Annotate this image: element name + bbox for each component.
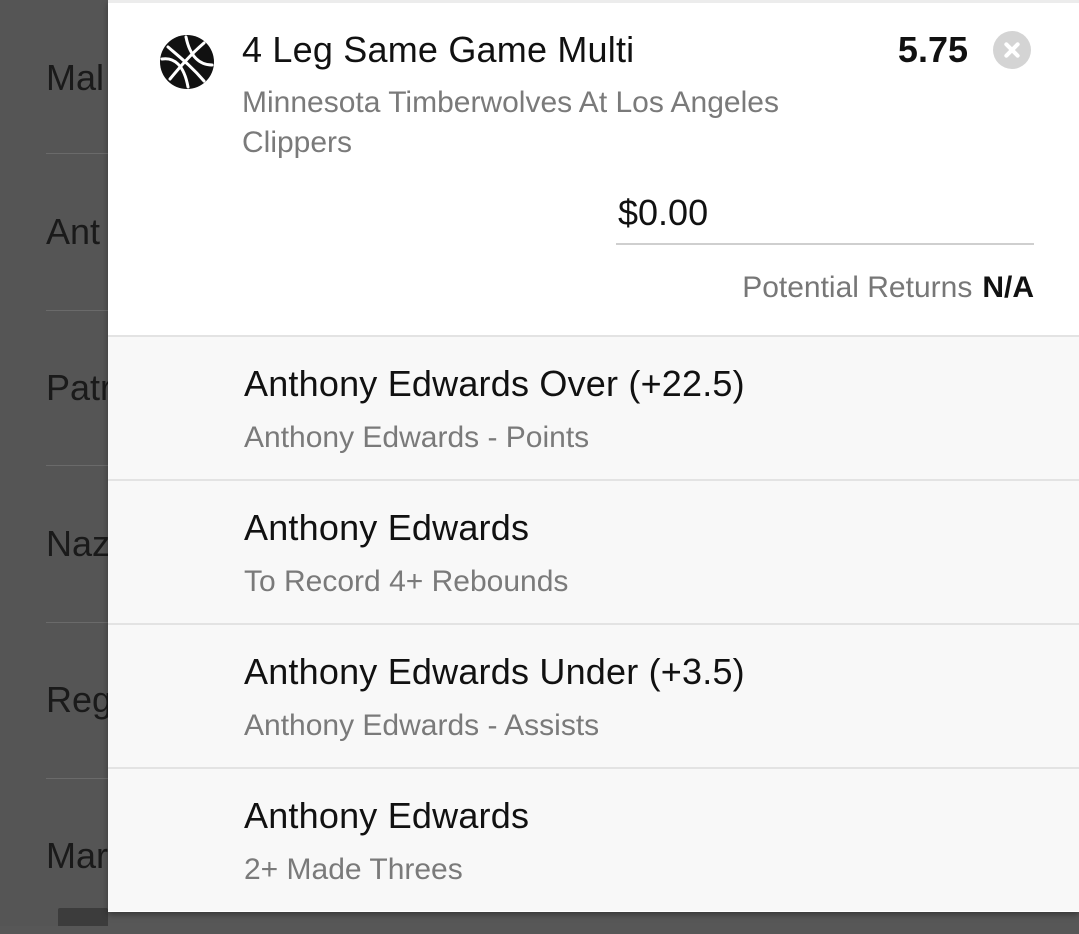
background-list-item[interactable]: Mal bbox=[46, 0, 108, 156]
bet-legs-list: Anthony Edwards Over (+22.5) Anthony Edw… bbox=[108, 335, 1079, 911]
bet-leg: Anthony Edwards Over (+22.5) Anthony Edw… bbox=[108, 335, 1079, 479]
leg-subtitle: 2+ Made Threes bbox=[244, 853, 463, 886]
bet-title: 4 Leg Same Game Multi bbox=[242, 29, 635, 70]
background-list-item[interactable]: Naz bbox=[46, 466, 108, 622]
bet-leg: Anthony Edwards 2+ Made Threes bbox=[108, 767, 1079, 911]
leg-subtitle: To Record 4+ Rebounds bbox=[244, 565, 569, 598]
bet-leg: Anthony Edwards To Record 4+ Rebounds bbox=[108, 479, 1079, 623]
stake-field-container bbox=[616, 187, 1036, 245]
background-selection-list: Mal Ant Patr Naz Reg Mar bbox=[0, 0, 108, 926]
background-list-item[interactable]: Ant bbox=[46, 154, 108, 310]
bet-slip-card: 4 Leg Same Game Multi 5.75 Minnesota Tim… bbox=[108, 0, 1079, 912]
stake-input[interactable] bbox=[616, 187, 1036, 239]
bet-leg: Anthony Edwards Under (+3.5) Anthony Edw… bbox=[108, 623, 1079, 767]
basketball-icon bbox=[160, 35, 214, 89]
background-list-item[interactable]: Reg bbox=[46, 622, 108, 778]
leg-title: Anthony Edwards Over (+22.5) bbox=[244, 363, 745, 404]
background-bottom-tab bbox=[58, 908, 108, 926]
bet-slip-header: 4 Leg Same Game Multi 5.75 Minnesota Tim… bbox=[108, 3, 1079, 335]
potential-returns: Potential Returns N/A bbox=[528, 271, 1034, 305]
close-icon[interactable] bbox=[993, 31, 1031, 69]
leg-subtitle: Anthony Edwards - Assists bbox=[244, 709, 600, 742]
leg-title: Anthony Edwards bbox=[244, 795, 530, 836]
event-name: Minnesota Timberwolves At Los Angeles Cl… bbox=[242, 86, 779, 159]
background-list-item[interactable]: Patr bbox=[46, 310, 108, 466]
leg-title: Anthony Edwards bbox=[244, 507, 530, 548]
bet-odds: 5.75 bbox=[897, 29, 968, 70]
leg-title: Anthony Edwards Under (+3.5) bbox=[244, 651, 745, 692]
leg-subtitle: Anthony Edwards - Points bbox=[244, 421, 590, 454]
potential-returns-value: N/A bbox=[982, 271, 1034, 304]
potential-returns-label: Potential Returns bbox=[742, 271, 973, 304]
